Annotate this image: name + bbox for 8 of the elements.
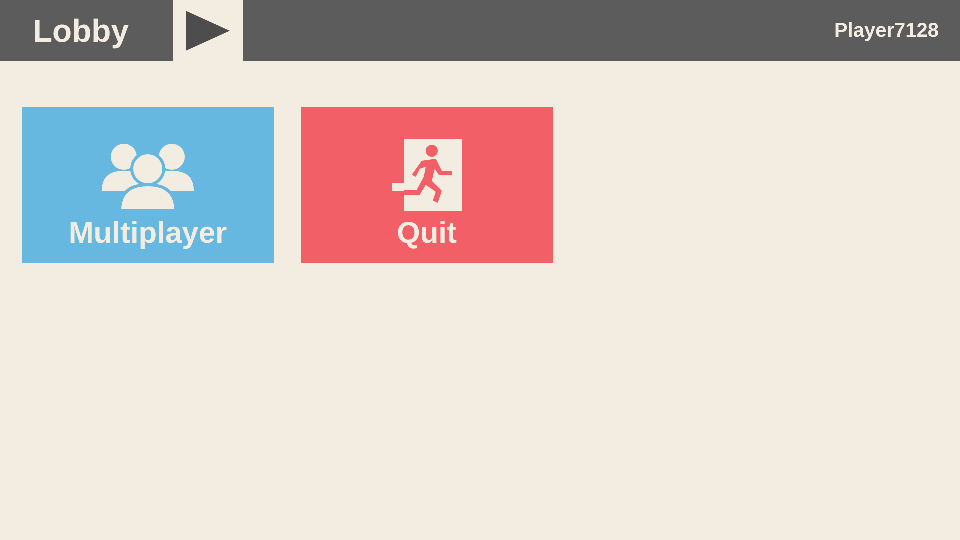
play-icon: [186, 10, 230, 50]
exit-icon: [392, 139, 462, 211]
page-title: Lobby: [33, 12, 129, 51]
menu-tile[interactable]: Multiplayer: [22, 107, 274, 263]
player-name: Player7128: [834, 18, 939, 44]
people-icon: [102, 141, 194, 211]
play-button[interactable]: [173, 0, 243, 61]
menu-tile[interactable]: Quit: [301, 107, 553, 263]
